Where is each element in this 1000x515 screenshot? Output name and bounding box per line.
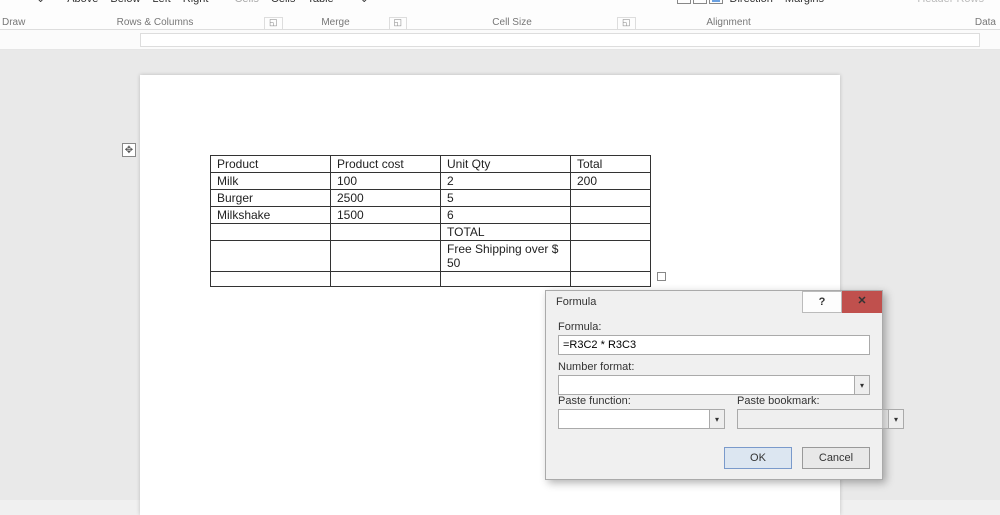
dialog-launcher-icon[interactable]: ◱ bbox=[617, 17, 636, 30]
table-row: TOTAL bbox=[211, 224, 651, 241]
number-format-combo[interactable]: ▾ bbox=[558, 375, 870, 395]
col-header[interactable]: Product cost bbox=[331, 156, 441, 173]
align-middle-icon[interactable] bbox=[693, 0, 707, 4]
chevron-down-icon[interactable]: ▾ bbox=[854, 375, 870, 395]
table-row bbox=[211, 272, 651, 287]
group-label-data: Data bbox=[960, 17, 1000, 30]
paste-bookmark-combo: ▾ bbox=[737, 409, 904, 429]
dialog-launcher-icon[interactable]: ◱ bbox=[389, 17, 408, 30]
split-cells-button[interactable]: Cells bbox=[265, 0, 301, 6]
chevron-down-icon[interactable]: ▾ bbox=[709, 409, 725, 429]
ok-button[interactable]: OK bbox=[724, 447, 792, 469]
help-button[interactable]: ? bbox=[802, 291, 842, 313]
table-resize-handle-icon[interactable] bbox=[657, 272, 666, 281]
ribbon: ⌄ Above Below Left Right Cells Cells Tab… bbox=[0, 0, 1000, 30]
merge-cells-button[interactable]: Cells bbox=[228, 0, 264, 6]
col-header[interactable]: Total bbox=[571, 156, 651, 173]
col-header[interactable]: Unit Qty bbox=[441, 156, 571, 173]
header-rows-button[interactable]: Header Rows bbox=[911, 0, 990, 6]
group-label-rows-cols: Rows & Columns bbox=[46, 17, 264, 30]
number-format-label: Number format: bbox=[558, 361, 870, 373]
col-header[interactable]: Product bbox=[211, 156, 331, 173]
table-row: Burger25005 bbox=[211, 190, 651, 207]
horizontal-ruler[interactable] bbox=[140, 33, 980, 47]
product-table[interactable]: Product Product cost Unit Qty Total Milk… bbox=[210, 155, 651, 287]
text-direction-button[interactable]: Direction bbox=[724, 0, 779, 6]
dropdown-caret[interactable]: ⌄ bbox=[354, 0, 375, 6]
paste-function-label: Paste function: bbox=[558, 395, 725, 407]
paste-function-combo[interactable]: ▾ bbox=[558, 409, 725, 429]
group-label-merge: Merge bbox=[283, 17, 389, 30]
dropdown-caret[interactable]: ⌄ bbox=[30, 0, 51, 6]
table-row: Milkshake15006 bbox=[211, 207, 651, 224]
table-row: Milk1002200 bbox=[211, 173, 651, 190]
formula-label: Formula: bbox=[558, 321, 870, 333]
paste-bookmark-input bbox=[737, 409, 888, 429]
group-label-draw: Draw bbox=[0, 17, 46, 30]
ribbon-group-labels: Draw Rows & Columns ◱ Merge ◱ Cell Size … bbox=[0, 17, 1000, 30]
dialog-launcher-icon[interactable]: ◱ bbox=[264, 17, 283, 30]
ruler-bar bbox=[0, 30, 1000, 50]
align-bottom-icon[interactable] bbox=[709, 0, 723, 4]
paste-bookmark-label: Paste bookmark: bbox=[737, 395, 904, 407]
paste-function-input[interactable] bbox=[558, 409, 709, 429]
formula-input[interactable] bbox=[558, 335, 870, 355]
table-header-row: Product Product cost Unit Qty Total bbox=[211, 156, 651, 173]
cell-margins-button[interactable]: Margins bbox=[779, 0, 830, 6]
align-top-icon[interactable] bbox=[677, 0, 691, 4]
insert-left-button[interactable]: Left bbox=[146, 0, 176, 6]
insert-above-button[interactable]: Above bbox=[61, 0, 104, 6]
formula-dialog: Formula ? ✕ Formula: Number format: ▾ Pa… bbox=[545, 290, 883, 480]
close-button[interactable]: ✕ bbox=[842, 291, 882, 313]
table-row: Free Shipping over $ 50 bbox=[211, 241, 651, 272]
insert-right-button[interactable]: Right bbox=[177, 0, 215, 6]
dialog-titlebar[interactable]: Formula ? ✕ bbox=[546, 291, 882, 313]
insert-below-button[interactable]: Below bbox=[104, 0, 146, 6]
split-table-button[interactable]: Table bbox=[301, 0, 339, 6]
cancel-button[interactable]: Cancel bbox=[802, 447, 870, 469]
number-format-input[interactable] bbox=[558, 375, 854, 395]
group-label-alignment: Alignment bbox=[636, 17, 822, 30]
chevron-down-icon: ▾ bbox=[888, 409, 904, 429]
group-label-cellsize: Cell Size bbox=[407, 17, 617, 30]
dialog-title: Formula bbox=[546, 296, 802, 308]
table-move-handle-icon[interactable]: ✥ bbox=[122, 143, 136, 157]
